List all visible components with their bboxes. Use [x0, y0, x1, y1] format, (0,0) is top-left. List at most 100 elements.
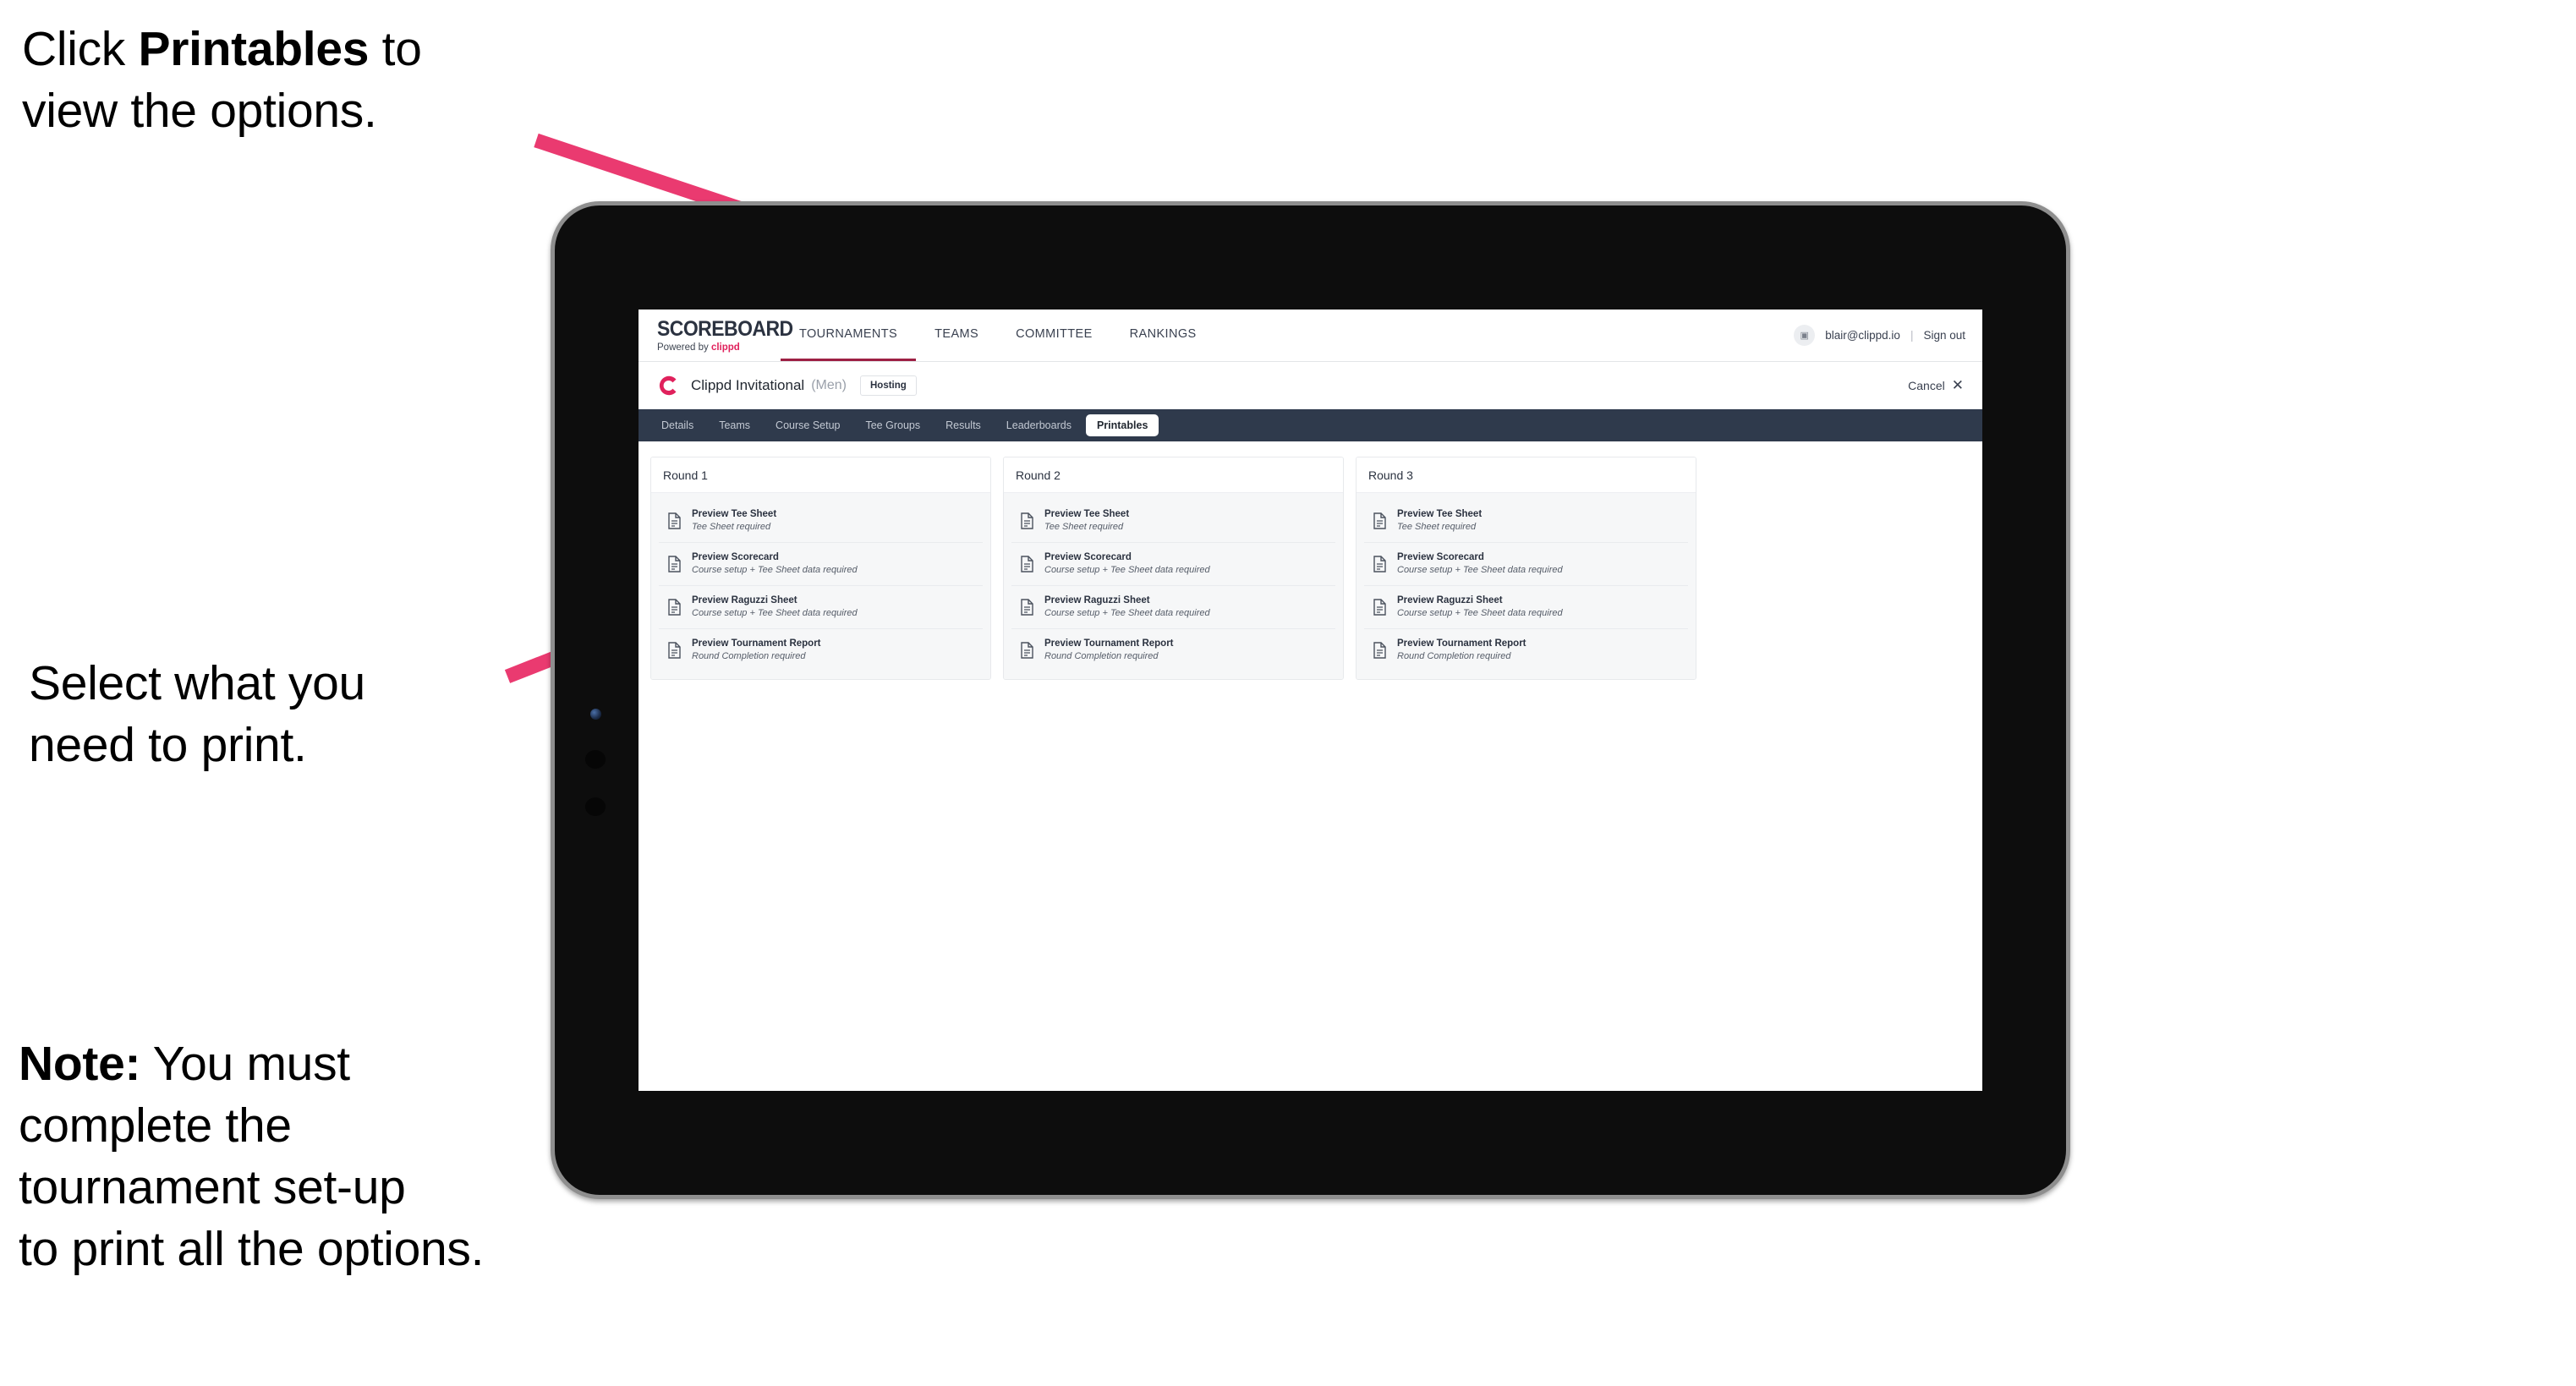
annotation-3-bold: Note:	[19, 1037, 141, 1091]
document-icon	[1373, 641, 1387, 659]
tab-teams[interactable]: Teams	[708, 414, 761, 436]
annotation-1-bold: Printables	[138, 22, 370, 76]
printable-tee-sheet[interactable]: Preview Tee Sheet Tee Sheet required	[1364, 500, 1688, 543]
document-icon	[667, 641, 682, 659]
document-icon	[667, 598, 682, 616]
clippd-c-logo-icon	[657, 375, 679, 397]
printable-raguzzi-sheet[interactable]: Preview Raguzzi Sheet Course setup + Tee …	[1011, 585, 1335, 629]
printable-title: Preview Scorecard	[692, 551, 779, 562]
account-separator: |	[1910, 329, 1914, 342]
sign-out-link[interactable]: Sign out	[1923, 329, 1965, 342]
printable-title: Preview Scorecard	[1044, 551, 1132, 562]
account-email: blair@clippd.io	[1825, 329, 1900, 342]
printable-title: Preview Tournament Report	[1044, 638, 1174, 649]
printable-title: Preview Raguzzi Sheet	[692, 594, 797, 605]
section-tab-bar: Details Teams Course Setup Tee Groups Re…	[639, 409, 1982, 441]
printable-requirement: Course setup + Tee Sheet data required	[1044, 565, 1210, 576]
brand-tagline: Powered by clippd	[657, 342, 774, 353]
document-icon	[667, 512, 682, 529]
printable-title: Preview Tournament Report	[692, 638, 821, 649]
round-1-title: Round 1	[651, 457, 990, 493]
nav-item-committee[interactable]: COMMITTEE	[997, 310, 1111, 361]
tab-course-setup[interactable]: Course Setup	[765, 414, 851, 436]
printable-title: Preview Tee Sheet	[1397, 509, 1483, 519]
document-icon	[667, 556, 682, 572]
printable-requirement: Course setup + Tee Sheet data required	[692, 607, 858, 618]
printable-scorecard[interactable]: Preview Scorecard Course setup + Tee Shee…	[1364, 542, 1688, 586]
tablet-device-frame: SCOREBOARD Powered by clippd TOURNAMENTS…	[551, 201, 2070, 1199]
document-icon	[1373, 512, 1387, 529]
screenshot-canvas: Click Printables to view the options. Se…	[0, 0, 2576, 1386]
avatar[interactable]: ▣	[1794, 325, 1816, 346]
account-area: ▣ blair@clippd.io | Sign out	[1794, 325, 1982, 346]
round-2-title: Round 2	[1004, 457, 1343, 493]
tab-details[interactable]: Details	[650, 414, 704, 436]
nav-item-teams[interactable]: TEAMS	[916, 310, 997, 361]
printable-tee-sheet[interactable]: Preview Tee Sheet Tee Sheet required	[1011, 500, 1335, 543]
printable-title: Preview Raguzzi Sheet	[1397, 594, 1503, 605]
document-icon	[1020, 641, 1034, 659]
primary-navigation: TOURNAMENTS TEAMS COMMITTEE RANKINGS	[781, 310, 1215, 361]
scoreboard-logo[interactable]: SCOREBOARD Powered by clippd	[639, 316, 793, 353]
brand-wordmark: SCOREBOARD	[657, 316, 793, 341]
round-1-items: Preview Tee Sheet Tee Sheet required Prev…	[651, 493, 990, 680]
printable-requirement: Round Completion required	[1044, 650, 1159, 661]
round-card-1: Round 1 Preview Tee Sheet Tee Sheet requi…	[650, 457, 991, 681]
tab-leaderboards[interactable]: Leaderboards	[995, 414, 1082, 436]
front-camera-icon	[590, 709, 601, 720]
close-icon: ✕	[1951, 377, 1964, 393]
cancel-label: Cancel	[1908, 378, 1945, 392]
printable-scorecard[interactable]: Preview Scorecard Course setup + Tee Shee…	[659, 542, 983, 586]
printable-requirement: Course setup + Tee Sheet data required	[1397, 565, 1563, 576]
nav-item-rankings[interactable]: RANKINGS	[1111, 310, 1215, 361]
tab-printables[interactable]: Printables	[1085, 414, 1159, 436]
printable-requirement: Tee Sheet required	[692, 522, 771, 533]
printable-title: Preview Tournament Report	[1397, 638, 1526, 649]
nav-item-tournaments[interactable]: TOURNAMENTS	[781, 310, 917, 361]
round-card-3: Round 3 Preview Tee Sheet Tee Sheet requi…	[1356, 457, 1696, 681]
tab-results[interactable]: Results	[934, 414, 992, 436]
printable-tournament-report[interactable]: Preview Tournament Report Round Completio…	[1011, 628, 1335, 671]
document-icon	[1373, 598, 1387, 616]
app-top-bar: SCOREBOARD Powered by clippd TOURNAMENTS…	[639, 310, 1982, 362]
printable-tee-sheet[interactable]: Preview Tee Sheet Tee Sheet required	[659, 500, 983, 543]
annotation-select-what-to-print: Select what you need to print.	[29, 656, 365, 772]
printable-raguzzi-sheet[interactable]: Preview Raguzzi Sheet Course setup + Tee …	[659, 585, 983, 629]
printable-tournament-report[interactable]: Preview Tournament Report Round Completio…	[659, 628, 983, 671]
printable-requirement: Course setup + Tee Sheet data required	[1397, 607, 1563, 618]
tournament-header-row: Clippd Invitational (Men) Hosting Cancel…	[639, 362, 1982, 409]
printable-requirement: Round Completion required	[1397, 650, 1511, 661]
annotation-click-printables: Click Printables to view the options.	[22, 19, 597, 142]
printable-title: Preview Scorecard	[1397, 551, 1484, 562]
cancel-button[interactable]: Cancel ✕	[1908, 378, 1964, 392]
document-icon	[1020, 556, 1034, 572]
document-icon	[1020, 598, 1034, 616]
printable-tournament-report[interactable]: Preview Tournament Report Round Completio…	[1364, 628, 1688, 671]
tab-tee-groups[interactable]: Tee Groups	[854, 414, 931, 436]
powered-by-label: Powered by	[657, 342, 711, 353]
printable-requirement: Tee Sheet required	[1044, 522, 1124, 533]
hardware-button-two[interactable]	[585, 797, 606, 816]
hardware-button-one[interactable]	[585, 750, 606, 769]
document-icon	[1373, 556, 1387, 572]
round-card-2: Round 2 Preview Tee Sheet Tee Sheet requi…	[1003, 457, 1344, 681]
round-3-items: Preview Tee Sheet Tee Sheet required Prev…	[1357, 493, 1696, 680]
printable-title: Preview Tee Sheet	[692, 509, 777, 519]
status-badge: Hosting	[859, 375, 917, 396]
printable-requirement: Course setup + Tee Sheet data required	[692, 565, 858, 576]
printable-raguzzi-sheet[interactable]: Preview Raguzzi Sheet Course setup + Tee …	[1364, 585, 1688, 629]
printable-title: Preview Raguzzi Sheet	[1044, 594, 1150, 605]
printable-scorecard[interactable]: Preview Scorecard Course setup + Tee Shee…	[1011, 542, 1335, 586]
printable-title: Preview Tee Sheet	[1044, 509, 1130, 519]
tournament-gender: (Men)	[811, 377, 847, 392]
round-2-items: Preview Tee Sheet Tee Sheet required Prev…	[1004, 493, 1343, 680]
app-screen: SCOREBOARD Powered by clippd TOURNAMENTS…	[639, 310, 1982, 1091]
printable-requirement: Tee Sheet required	[1397, 522, 1477, 533]
clippd-name: clippd	[710, 342, 740, 353]
printables-content: Round 1 Preview Tee Sheet Tee Sheet requi…	[639, 441, 1982, 681]
printable-requirement: Course setup + Tee Sheet data required	[1044, 607, 1210, 618]
printable-requirement: Round Completion required	[692, 650, 806, 661]
tournament-name: Clippd Invitational	[691, 376, 805, 393]
round-3-title: Round 3	[1357, 457, 1696, 493]
document-icon	[1020, 512, 1034, 529]
